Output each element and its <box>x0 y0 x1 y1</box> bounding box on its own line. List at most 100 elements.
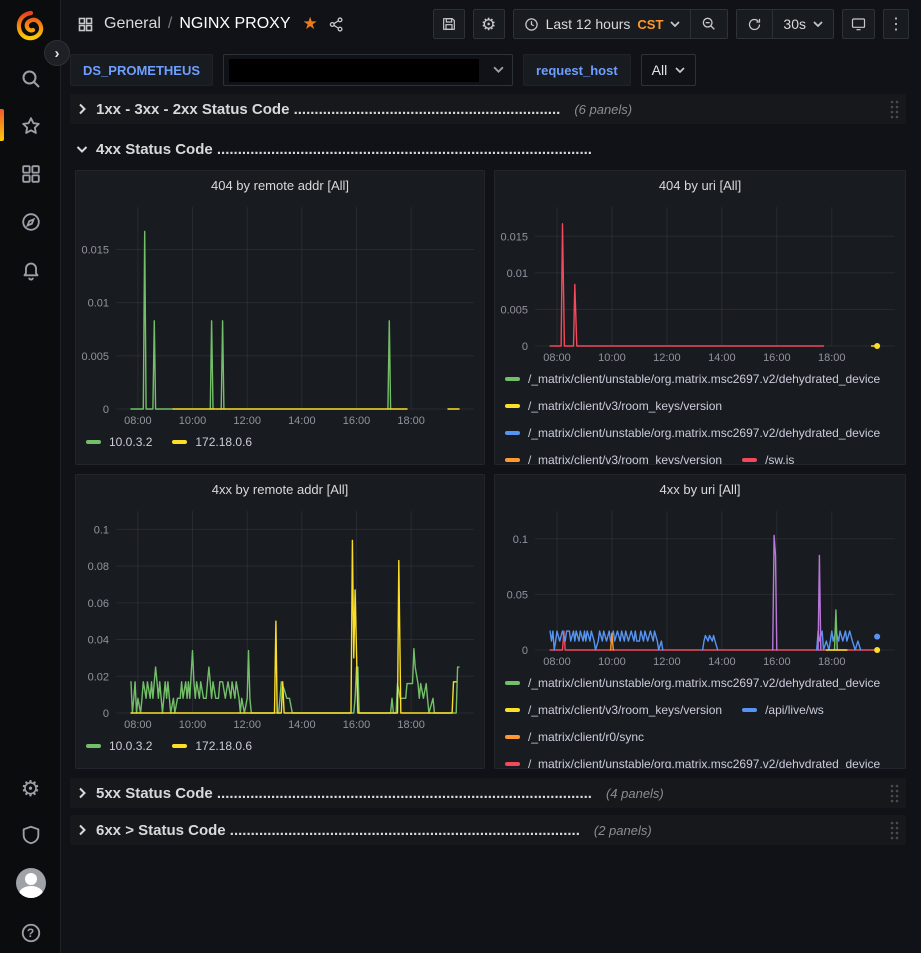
panel-legend: /_matrix/client/unstable/org.matrix.msc2… <box>495 672 905 768</box>
apps-grid-icon <box>77 16 94 33</box>
legend-item[interactable]: 172.18.0.6 <box>172 433 252 451</box>
legend-label: /_matrix/client/v3/room_keys/version <box>528 451 722 464</box>
panel-title[interactable]: 404 by remote addr [All] <box>76 171 484 199</box>
legend-item[interactable]: 10.0.3.2 <box>86 433 152 451</box>
sidebar-item-alerting[interactable] <box>0 255 61 285</box>
chevron-down-icon <box>670 21 680 28</box>
row-title: 4xx Status Code ........................… <box>96 141 592 158</box>
svg-text:12:00: 12:00 <box>233 415 261 427</box>
navbar-actions: ⚙ Last 12 hours CST <box>433 9 909 39</box>
sidebar-item-profile[interactable] <box>0 866 61 900</box>
row-header-1xx-3xx-2xx[interactable]: 1xx - 3xx - 2xx Status Code ............… <box>70 94 906 124</box>
legend-label: /_matrix/client/unstable/org.matrix.msc2… <box>528 755 880 768</box>
time-range-picker[interactable]: Last 12 hours CST <box>514 10 691 38</box>
sidebar-item-server-admin[interactable] <box>0 820 61 850</box>
svg-text:12:00: 12:00 <box>653 352 681 364</box>
clock-icon <box>524 17 539 32</box>
breadcrumb-dashboard-title[interactable]: NGINX PROXY <box>179 15 290 33</box>
timeseries-chart[interactable]: 08:0010:0012:0014:0016:0018:0000.0050.01… <box>76 199 484 431</box>
svg-text:08:00: 08:00 <box>543 352 571 364</box>
row-header-6xx[interactable]: 6xx > Status Code ......................… <box>70 815 906 845</box>
sidebar-item-search[interactable] <box>0 64 61 94</box>
favorite-star-icon[interactable]: ★ <box>303 14 318 34</box>
row-title: 1xx - 3xx - 2xx Status Code ............… <box>96 101 560 118</box>
chevron-down-icon <box>813 21 823 28</box>
panel-title[interactable]: 404 by uri [All] <box>495 171 905 199</box>
legend-item[interactable]: /api/live/ws <box>742 701 824 719</box>
legend-swatch <box>172 440 187 444</box>
svg-text:0.005: 0.005 <box>500 304 528 316</box>
grafana-logo[interactable] <box>0 8 61 44</box>
svg-text:14:00: 14:00 <box>708 656 736 668</box>
legend-swatch <box>505 458 520 462</box>
monitor-icon <box>850 16 867 32</box>
share-icon[interactable] <box>328 16 345 33</box>
chevron-right-icon <box>76 787 88 799</box>
legend-item[interactable]: /_matrix/client/unstable/org.matrix.msc2… <box>505 370 880 388</box>
more-options-button[interactable]: ⋮ <box>883 9 909 39</box>
legend-item[interactable]: /sw.js <box>742 451 794 464</box>
avatar <box>16 868 46 898</box>
legend-item[interactable]: /_matrix/client/r0/sync <box>505 728 644 746</box>
row-drag-handle[interactable] <box>888 783 900 803</box>
legend-item[interactable]: 10.0.3.2 <box>86 737 152 755</box>
legend-item[interactable]: /_matrix/client/v3/room_keys/version <box>505 701 722 719</box>
left-sidebar: ⚙ ? <box>0 0 61 953</box>
datasource-variable-label[interactable]: DS_PROMETHEUS <box>70 54 213 86</box>
panel-title[interactable]: 4xx by remote addr [All] <box>76 475 484 503</box>
svg-text:10:00: 10:00 <box>179 415 207 427</box>
timeseries-chart[interactable]: 08:0010:0012:0014:0016:0018:0000.020.040… <box>76 503 484 735</box>
refresh-interval-picker[interactable]: 30s <box>772 10 833 38</box>
zoom-out-button[interactable] <box>690 10 727 38</box>
svg-text:0.05: 0.05 <box>507 589 528 601</box>
legend-item[interactable]: /_matrix/client/unstable/org.matrix.msc2… <box>505 424 880 442</box>
row-drag-handle[interactable] <box>888 820 900 840</box>
tv-mode-button[interactable] <box>842 9 875 39</box>
svg-text:0.02: 0.02 <box>88 671 109 683</box>
chevron-right-icon <box>76 103 88 115</box>
legend-label: /_matrix/client/v3/room_keys/version <box>528 397 722 415</box>
refresh-button[interactable] <box>737 10 772 38</box>
sidebar-item-configuration[interactable]: ⚙ <box>0 774 61 804</box>
legend-swatch <box>505 708 520 712</box>
sidebar-item-explore[interactable] <box>0 207 61 237</box>
star-icon <box>20 115 42 137</box>
timeseries-chart[interactable]: 08:0010:0012:0014:0016:0018:0000.0050.01… <box>495 199 905 368</box>
zoom-out-icon <box>701 16 717 32</box>
svg-text:14:00: 14:00 <box>708 352 736 364</box>
legend-swatch <box>505 377 520 381</box>
legend-swatch <box>742 458 757 462</box>
time-range-label: Last 12 hours <box>546 16 631 32</box>
sidebar-item-starred[interactable] <box>0 111 61 141</box>
breadcrumb-folder[interactable]: General <box>104 15 161 33</box>
breadcrumb-separator: / <box>168 15 172 33</box>
datasource-value-redacted <box>229 59 479 82</box>
timeseries-chart[interactable]: 08:0010:0012:0014:0016:0018:0000.050.1 <box>495 503 905 672</box>
sidebar-expand-button[interactable]: › <box>44 40 70 66</box>
time-picker-group: Last 12 hours CST <box>513 9 729 39</box>
dashboard-settings-button[interactable]: ⚙ <box>473 9 505 39</box>
request-host-variable-select[interactable]: All <box>641 54 697 86</box>
legend-item[interactable]: /_matrix/client/v3/room_keys/version <box>505 397 722 415</box>
svg-text:08:00: 08:00 <box>124 719 152 731</box>
row-header-5xx[interactable]: 5xx Status Code ........................… <box>70 778 906 808</box>
request-host-variable-label[interactable]: request_host <box>523 54 631 86</box>
legend-swatch <box>505 404 520 408</box>
legend-swatch <box>742 708 757 712</box>
legend-item[interactable]: /_matrix/client/unstable/org.matrix.msc2… <box>505 674 880 692</box>
row-header-4xx[interactable]: 4xx Status Code ........................… <box>70 134 906 164</box>
svg-text:0.06: 0.06 <box>88 598 109 610</box>
datasource-variable-select[interactable] <box>223 54 513 86</box>
panel-404-by-remote-addr: 404 by remote addr [All] 08:0010:0012:00… <box>75 170 485 465</box>
legend-label: /api/live/ws <box>765 701 824 719</box>
sidebar-item-help[interactable]: ? <box>0 918 61 948</box>
sidebar-item-dashboards[interactable] <box>0 159 61 189</box>
panel-title[interactable]: 4xx by uri [All] <box>495 475 905 503</box>
svg-text:0.08: 0.08 <box>88 561 109 573</box>
row-drag-handle[interactable] <box>888 99 900 119</box>
legend-item[interactable]: /_matrix/client/unstable/org.matrix.msc2… <box>505 755 880 768</box>
save-dashboard-button[interactable] <box>433 9 465 39</box>
legend-item[interactable]: 172.18.0.6 <box>172 737 252 755</box>
svg-text:16:00: 16:00 <box>763 352 791 364</box>
legend-item[interactable]: /_matrix/client/v3/room_keys/version <box>505 451 722 464</box>
